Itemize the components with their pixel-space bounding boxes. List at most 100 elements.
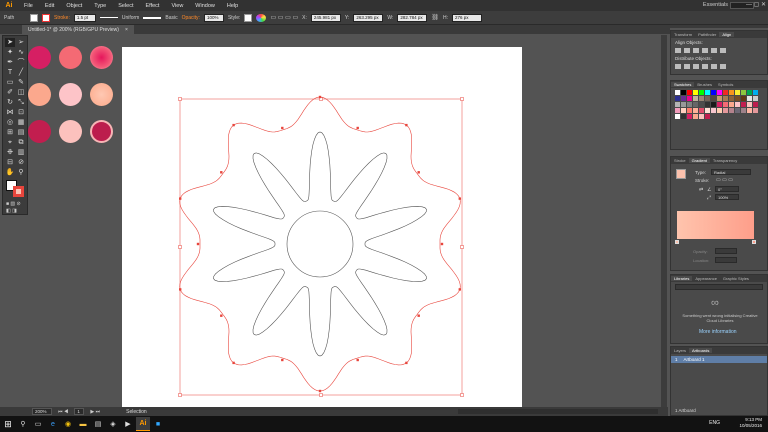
swatch[interactable]: [741, 90, 746, 95]
anchor-point[interactable]: [458, 288, 461, 291]
swatch[interactable]: [687, 114, 692, 119]
swatch[interactable]: [741, 102, 746, 107]
zoom-tool-icon[interactable]: ⚲: [16, 168, 26, 177]
swatch-circle[interactable]: [28, 46, 51, 69]
anchor-point[interactable]: [281, 358, 284, 362]
swatch[interactable]: [693, 96, 698, 101]
hand-tool-icon[interactable]: ✋: [5, 168, 15, 177]
perspective-grid-icon[interactable]: ▦: [16, 118, 26, 127]
anchor-point[interactable]: [356, 358, 359, 362]
anchor-point[interactable]: [179, 288, 182, 291]
swatch[interactable]: [711, 90, 716, 95]
swatch[interactable]: [681, 108, 686, 113]
artboard-nav[interactable]: ⏮ ◀: [58, 409, 68, 415]
swatch-grid[interactable]: [671, 88, 767, 121]
gradient-opacity-field[interactable]: [715, 248, 737, 254]
aspect-ratio-field[interactable]: 100%: [715, 194, 739, 200]
tab-transparency[interactable]: Transparency: [710, 158, 740, 163]
anchor-point[interactable]: [318, 389, 322, 393]
outer-flower-path[interactable]: [179, 96, 461, 392]
store-icon[interactable]: ▤: [91, 417, 105, 431]
bounding-box-handle[interactable]: [460, 97, 464, 101]
curvature-tool-icon[interactable]: ⌒: [16, 58, 26, 67]
swatch[interactable]: [717, 90, 722, 95]
anchor-point[interactable]: [232, 361, 235, 365]
direct-selection-tool-icon[interactable]: ➢: [16, 38, 26, 47]
tab-swatches[interactable]: Swatches: [671, 82, 695, 87]
tab-align[interactable]: Align: [719, 32, 735, 37]
slice-tool-icon[interactable]: ⊘: [16, 158, 26, 167]
menu-view[interactable]: View: [165, 3, 189, 9]
window-controls[interactable]: — ▢ ✕: [746, 1, 766, 8]
close-tab-icon[interactable]: ×: [125, 27, 128, 33]
flower-artwork[interactable]: [122, 47, 522, 407]
menu-type[interactable]: Type: [88, 3, 112, 9]
search-icon[interactable]: ⚲: [16, 417, 30, 431]
zoom-field[interactable]: 200%: [32, 408, 52, 415]
tab-layers[interactable]: Layers: [671, 348, 689, 353]
swatch[interactable]: [699, 114, 704, 119]
swatch[interactable]: [717, 108, 722, 113]
gradient-slider[interactable]: [677, 211, 754, 239]
mesh-tool-icon[interactable]: ⊞: [5, 128, 15, 137]
width-tool-icon[interactable]: ⋈: [5, 108, 15, 117]
tab-artboards[interactable]: Artboards: [689, 348, 713, 353]
horizontal-scrollbar[interactable]: [458, 409, 658, 414]
swatch-circle[interactable]: [28, 120, 51, 143]
swatch[interactable]: [735, 108, 740, 113]
swatch-circle[interactable]: [59, 46, 82, 69]
line-tool-icon[interactable]: ╱: [16, 68, 26, 77]
link-icon[interactable]: ⛓: [431, 14, 439, 21]
anchor-point[interactable]: [458, 197, 461, 200]
swatch-circle[interactable]: [90, 83, 113, 106]
opacity-field[interactable]: 100%: [203, 13, 224, 22]
photoshop-icon[interactable]: ■: [151, 417, 165, 431]
artboard-number-field[interactable]: 1: [74, 408, 85, 415]
tab-brushes[interactable]: Brushes: [694, 82, 715, 87]
blend-tool-icon[interactable]: ⧉: [16, 138, 26, 147]
selection-tool-icon[interactable]: ➤: [5, 38, 15, 47]
swatch[interactable]: [747, 102, 752, 107]
gradient-stop-left[interactable]: [675, 240, 679, 244]
tab-libraries[interactable]: Libraries: [671, 276, 693, 281]
illustrator-taskbar-icon[interactable]: Ai: [136, 417, 150, 431]
inner-flower-path[interactable]: [213, 131, 427, 357]
stroke-swatch[interactable]: [42, 13, 50, 22]
anchor-point[interactable]: [318, 95, 322, 99]
swatch[interactable]: [705, 96, 710, 101]
menu-object[interactable]: Object: [60, 3, 88, 9]
symbol-sprayer-icon[interactable]: ❉: [5, 148, 15, 157]
swatch[interactable]: [699, 96, 704, 101]
fill-swatch[interactable]: [30, 13, 38, 22]
swatch-circle[interactable]: [28, 83, 51, 106]
x-field[interactable]: 245.981 px: [310, 13, 341, 22]
swatch[interactable]: [729, 102, 734, 107]
swatch[interactable]: [681, 96, 686, 101]
paintbrush-icon[interactable]: ✎: [16, 78, 26, 87]
anchor-point[interactable]: [417, 314, 420, 317]
swatch[interactable]: [753, 96, 758, 101]
anchor-points[interactable]: [179, 95, 461, 393]
artboard-row[interactable]: 1 Artboard 1: [671, 356, 767, 363]
swatch[interactable]: [675, 90, 680, 95]
h-field[interactable]: 276 px: [451, 13, 482, 22]
swatch[interactable]: [681, 114, 686, 119]
edge-icon[interactable]: e: [46, 417, 60, 431]
scale-tool-icon[interactable]: ⤡: [16, 98, 26, 107]
swatch[interactable]: [693, 114, 698, 119]
swatch-circle[interactable]: [59, 83, 82, 106]
swatch[interactable]: [687, 90, 692, 95]
profile-dropdown[interactable]: Uniform: [122, 15, 140, 21]
swatch[interactable]: [723, 90, 728, 95]
bounding-box-handle[interactable]: [460, 245, 464, 249]
task-view-icon[interactable]: ▭: [31, 417, 45, 431]
gradient-tool-icon[interactable]: ▤: [16, 128, 26, 137]
swatch[interactable]: [747, 108, 752, 113]
anchor-point[interactable]: [179, 197, 182, 200]
rectangle-tool-icon[interactable]: ▭: [5, 78, 15, 87]
swatch[interactable]: [741, 108, 746, 113]
y-field[interactable]: 263.295 px: [353, 13, 384, 22]
swatch[interactable]: [675, 102, 680, 107]
center-circle[interactable]: [286, 210, 354, 278]
anchor-point[interactable]: [220, 171, 223, 174]
